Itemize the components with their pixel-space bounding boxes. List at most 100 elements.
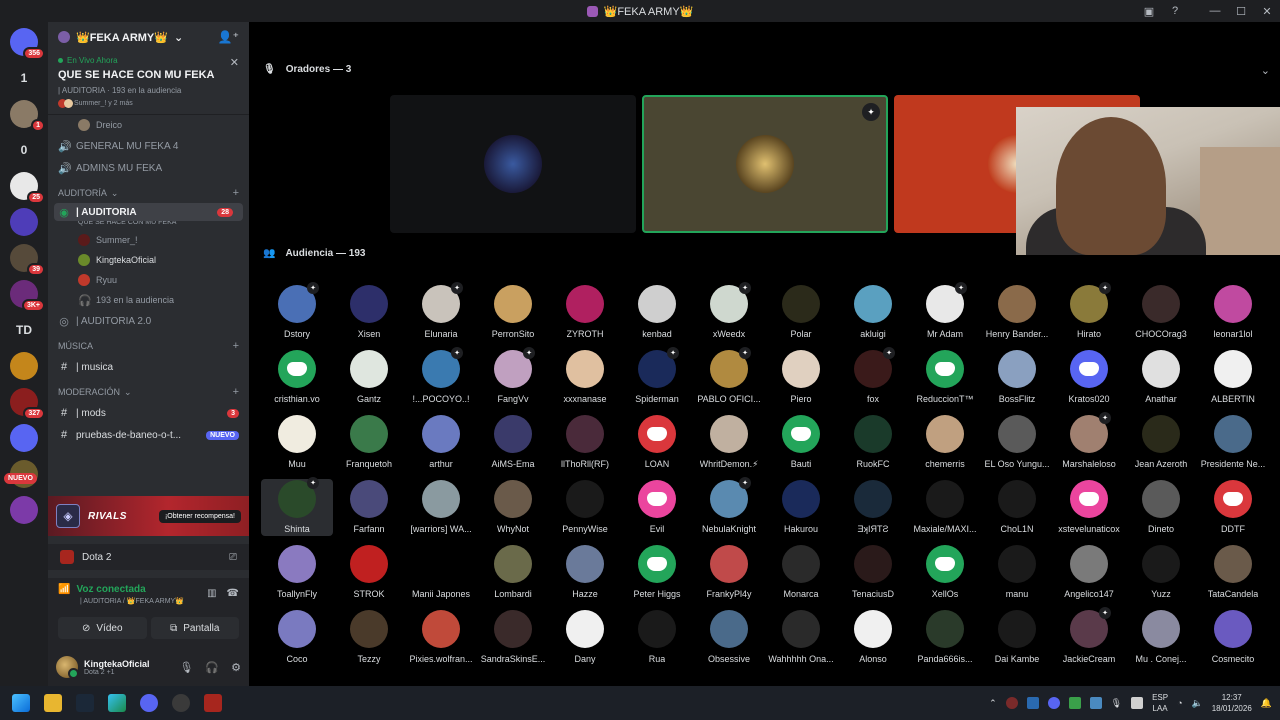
audience-member[interactable]: ✦ xWeedx — [693, 282, 765, 341]
audience-member[interactable]: Mu . Conej... — [1125, 609, 1197, 666]
stage-channel-auditoria[interactable]: ◉ | AUDITORIA 28 — [54, 203, 243, 221]
audience-member[interactable]: Polar — [765, 284, 837, 341]
audience-member[interactable]: ToallynFly — [261, 544, 333, 601]
audience-member[interactable]: Dany — [549, 609, 621, 666]
windows-start-icon[interactable] — [12, 694, 30, 712]
server-icon[interactable]: 25 — [10, 172, 45, 204]
audience-member[interactable]: Panda666is... — [909, 609, 981, 666]
tray-app-icon[interactable] — [1068, 697, 1081, 709]
tray-app-icon[interactable] — [1047, 697, 1060, 709]
category-musica[interactable]: MÚSICA + — [48, 336, 249, 356]
channel-pruebas-de-baneo[interactable]: # pruebas-de-baneo-o-t... NUEVO — [48, 424, 249, 446]
stage-member[interactable]: KingtekaOficial — [48, 250, 249, 270]
audience-member[interactable]: Tezzy — [333, 609, 405, 666]
audience-member[interactable]: Manii Japones — [405, 544, 477, 601]
audience-member[interactable]: Farfann — [333, 479, 405, 536]
audience-member[interactable]: ✦ fox — [837, 347, 909, 406]
stage-member[interactable]: Summer_! — [48, 230, 249, 250]
server-icon[interactable]: 1 — [10, 64, 38, 92]
audience-member[interactable]: Gantz — [333, 349, 405, 406]
add-channel-icon[interactable]: + — [233, 386, 239, 398]
tray-app-icon[interactable] — [1005, 697, 1018, 709]
chrome-icon[interactable] — [172, 694, 190, 712]
audience-member[interactable]: Piero — [765, 349, 837, 406]
chevron-up-icon[interactable]: ⌃ — [989, 698, 997, 709]
audience-member[interactable]: ƎʞIЯTƧ — [837, 479, 909, 536]
steam-icon[interactable] — [76, 694, 94, 712]
wifi-icon[interactable]: ◔ — [1177, 698, 1182, 708]
soundboard-icon[interactable]: ▥ — [207, 588, 216, 599]
audience-member[interactable]: Jean Azeroth — [1125, 414, 1197, 471]
audience-member[interactable]: Obsessive — [693, 609, 765, 666]
audience-member[interactable]: llThoRll(RF) — [549, 414, 621, 471]
file-explorer-icon[interactable] — [44, 694, 62, 712]
audience-member[interactable]: xxxnanase — [549, 349, 621, 406]
audience-member[interactable]: [warriors] WA... — [405, 479, 477, 536]
audience-member[interactable]: ZYROTH — [549, 284, 621, 341]
video-button[interactable]: ⊘ Vídeo — [58, 617, 147, 639]
audience-member[interactable]: Maxiale/MAXI... — [909, 479, 981, 536]
tray-app-icon[interactable] — [1131, 697, 1144, 709]
chevron-down-icon[interactable]: ⌄ — [1261, 64, 1270, 77]
audience-member[interactable]: WhyNot — [477, 479, 549, 536]
channel-musica[interactable]: # | musica — [48, 356, 249, 378]
audience-member[interactable]: LOAN — [621, 414, 693, 471]
server-icon[interactable]: 0 — [10, 136, 38, 164]
audience-member[interactable]: Dai Kambe — [981, 609, 1053, 666]
audience-member[interactable]: ✦ Mr Adam — [909, 282, 981, 341]
audience-member[interactable]: Pixies.wolfran... — [405, 609, 477, 666]
minimize-button[interactable]: — — [1202, 5, 1228, 17]
audience-member[interactable]: kenbad — [621, 284, 693, 341]
audience-member[interactable]: ✦ Shinta — [261, 477, 333, 536]
dota-icon[interactable] — [204, 694, 222, 712]
audience-member[interactable]: akluigi — [837, 284, 909, 341]
server-icon[interactable] — [10, 424, 38, 452]
clock[interactable]: 12:37 18/01/2026 — [1212, 692, 1252, 714]
audience-member[interactable]: ✦ JackieCream — [1053, 607, 1125, 666]
stage-member[interactable]: Ryuu — [48, 270, 249, 290]
audience-count[interactable]: 🎧 193 en la audiencia — [48, 290, 249, 310]
category-moderacion[interactable]: MODERACIÓN ⌄ + — [48, 382, 249, 402]
audience-member[interactable]: Lombardi — [477, 544, 549, 601]
audience-member[interactable]: cristhian.vo — [261, 349, 333, 406]
game-controller-icon[interactable]: ⎚ — [229, 552, 237, 563]
audience-member[interactable]: ReduccionT™ — [909, 349, 981, 406]
audience-member[interactable]: xstevelunaticox — [1053, 479, 1125, 536]
audience-member[interactable]: chemerris — [909, 414, 981, 471]
discord-icon[interactable] — [140, 694, 158, 712]
audience-member[interactable]: ChoL1N — [981, 479, 1053, 536]
audience-member[interactable]: BossFlitz — [981, 349, 1053, 406]
audience-member[interactable]: WhritDemon.⚡ — [693, 414, 765, 471]
stage-channel-auditoria-2[interactable]: ◎ | AUDITORIA 2.0 — [48, 310, 249, 332]
audience-member[interactable]: Bauti — [765, 414, 837, 471]
audience-member[interactable]: XellOs — [909, 544, 981, 601]
channel-mods[interactable]: # | mods 3 — [48, 402, 249, 424]
live-now-card[interactable]: En Vivo Ahora QUE SE HACE CON MU FEKA | … — [48, 52, 249, 115]
server-icon[interactable]: 39 — [10, 244, 45, 276]
voice-member[interactable]: Dreico — [48, 115, 249, 135]
audience-member[interactable]: DDTF — [1197, 479, 1269, 536]
language-indicator[interactable]: ESP LAA — [1152, 692, 1168, 714]
username[interactable]: KingtekaOficial — [84, 659, 150, 669]
audience-member[interactable]: ✦ Hirato — [1053, 282, 1125, 341]
audience-member[interactable]: Rua — [621, 609, 693, 666]
audience-member[interactable]: FrankyPl4y — [693, 544, 765, 601]
audience-member[interactable]: Angelico147 — [1053, 544, 1125, 601]
audience-member[interactable]: ✦ NebulaKnight — [693, 477, 765, 536]
claim-reward-button[interactable]: ¡Obtener recompensa! — [158, 509, 241, 523]
server-icon[interactable]: 327 — [10, 388, 45, 420]
audience-member[interactable]: Dineto — [1125, 479, 1197, 536]
category-auditoria[interactable]: AUDITORÍA ⌄ + — [48, 183, 249, 203]
audience-member[interactable]: Yuzz — [1125, 544, 1197, 601]
game-activity[interactable]: Dota 2 ⎚ — [48, 544, 249, 570]
audience-member[interactable]: ✦ Elunaria — [405, 282, 477, 341]
audience-member[interactable]: ✦ Marshaleloso — [1053, 412, 1125, 471]
volume-icon[interactable]: 🔈 — [1192, 698, 1203, 709]
server-icon[interactable]: TD — [10, 316, 38, 344]
audience-member[interactable]: TataCandela — [1197, 544, 1269, 601]
audience-member[interactable]: ✦ !...POCOYO..! — [405, 347, 477, 406]
audience-member[interactable]: RuokFC — [837, 414, 909, 471]
audience-member[interactable]: Anathar — [1125, 349, 1197, 406]
audience-member[interactable]: EL Oso Yungu... — [981, 414, 1053, 471]
audience-member[interactable]: SandraSkinsE... — [477, 609, 549, 666]
